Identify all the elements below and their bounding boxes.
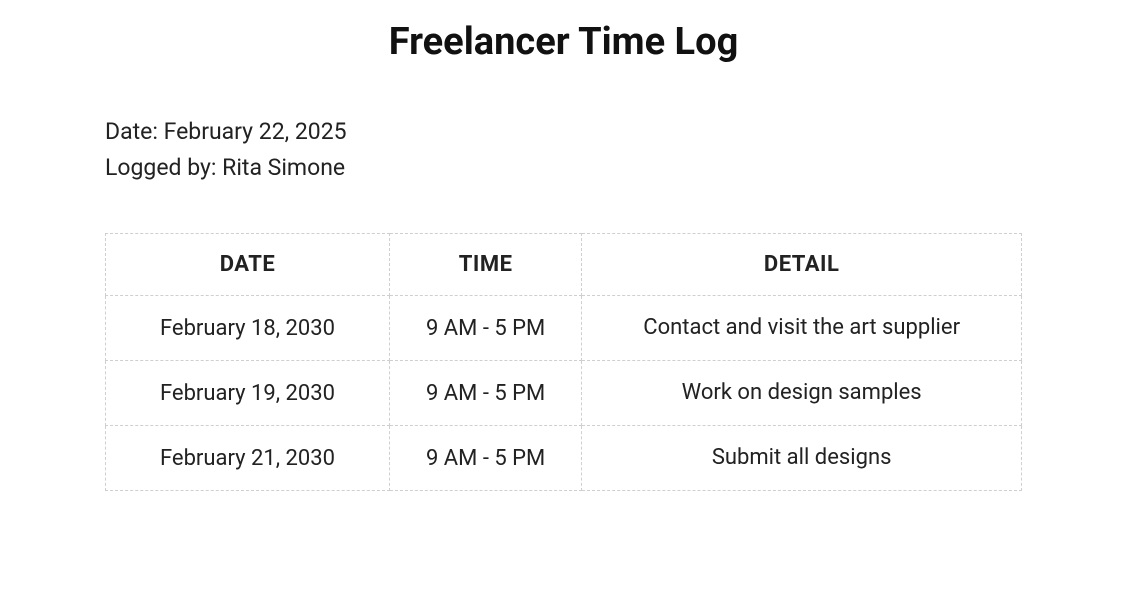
meta-date-line: Date: February 22, 2025 [105, 114, 1127, 150]
meta-loggedby-label: Logged by: [105, 154, 222, 181]
table-row: February 19, 2030 9 AM - 5 PM Work on de… [106, 361, 1022, 426]
cell-time: 9 AM - 5 PM [389, 426, 581, 491]
cell-detail: Contact and visit the art supplier [582, 296, 1022, 361]
meta-block: Date: February 22, 2025 Logged by: Rita … [0, 114, 1127, 185]
table-header-row: DATE TIME DETAIL [106, 234, 1022, 296]
meta-loggedby-value: Rita Simone [222, 154, 345, 181]
cell-time: 9 AM - 5 PM [389, 361, 581, 426]
cell-date: February 21, 2030 [106, 426, 390, 491]
table-wrapper: DATE TIME DETAIL February 18, 2030 9 AM … [0, 233, 1127, 491]
cell-detail: Submit all designs [582, 426, 1022, 491]
table-row: February 18, 2030 9 AM - 5 PM Contact an… [106, 296, 1022, 361]
page-title: Freelancer Time Log [0, 20, 1127, 64]
cell-detail: Work on design samples [582, 361, 1022, 426]
document-container: Freelancer Time Log Date: February 22, 2… [0, 20, 1127, 491]
timelog-table: DATE TIME DETAIL February 18, 2030 9 AM … [105, 233, 1022, 491]
cell-date: February 18, 2030 [106, 296, 390, 361]
cell-time: 9 AM - 5 PM [389, 296, 581, 361]
header-detail: DETAIL [582, 234, 1022, 296]
cell-date: February 19, 2030 [106, 361, 390, 426]
header-date: DATE [106, 234, 390, 296]
meta-date-label: Date: [105, 118, 164, 145]
header-time: TIME [389, 234, 581, 296]
meta-loggedby-line: Logged by: Rita Simone [105, 150, 1127, 186]
meta-date-value: February 22, 2025 [164, 118, 347, 145]
table-row: February 21, 2030 9 AM - 5 PM Submit all… [106, 426, 1022, 491]
